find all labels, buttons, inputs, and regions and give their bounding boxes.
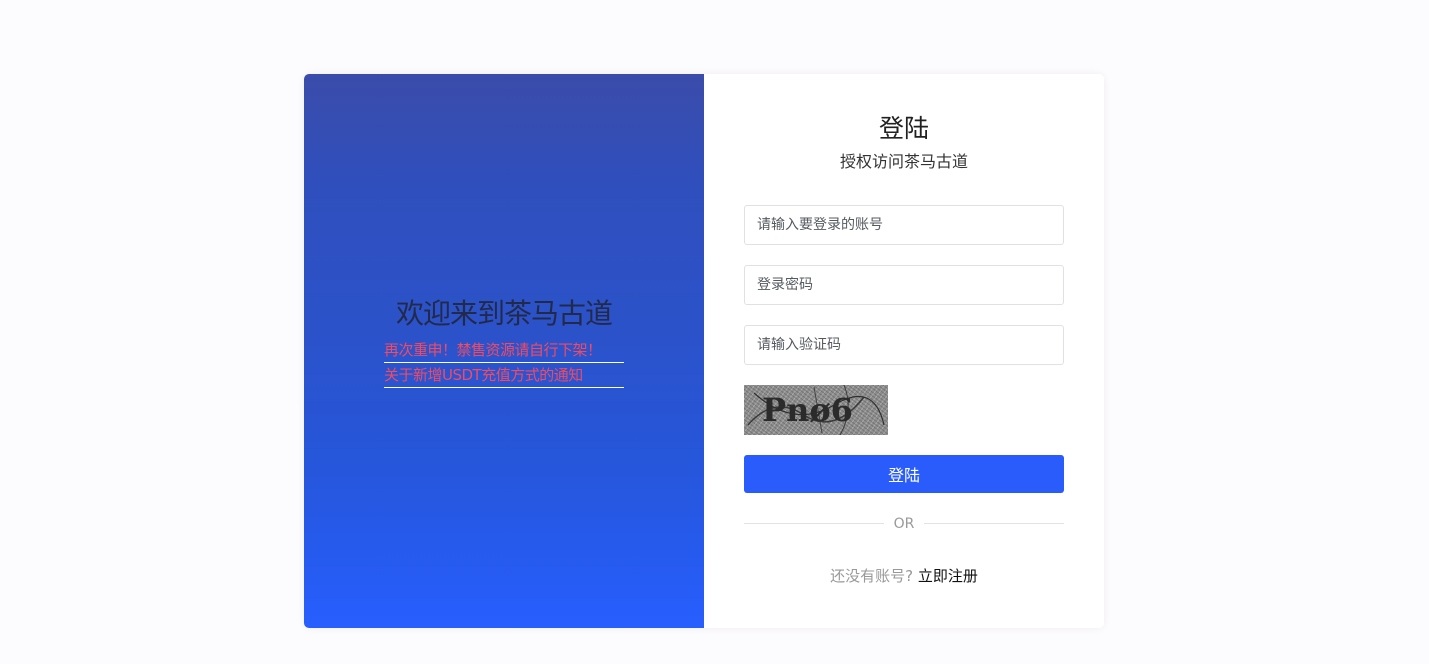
login-title: 登陆 <box>878 114 929 143</box>
welcome-title: 欢迎来到茶马古道 <box>395 297 613 330</box>
captcha-input[interactable] <box>744 325 1064 365</box>
register-link[interactable]: 立即注册 <box>918 567 978 585</box>
divider-or-label: OR <box>893 516 915 532</box>
welcome-panel: 欢迎来到茶马古道 再次重申！禁售资源请自行下架！ 关于新增USDT充值方式的通知 <box>304 74 704 628</box>
notice-link-resale[interactable]: 再次重申！禁售资源请自行下架！ <box>384 338 624 363</box>
login-panel: 登陆 授权访问茶马古道 Pnø6 登陆 OR 还没有账号? 立即注册 <box>704 74 1104 628</box>
welcome-block: 欢迎来到茶马古道 再次重申！禁售资源请自行下架！ 关于新增USDT充值方式的通知 <box>384 296 624 388</box>
captcha-text: Pnø6 <box>762 391 853 429</box>
login-button[interactable]: 登陆 <box>744 455 1064 493</box>
password-input[interactable] <box>744 265 1064 305</box>
account-input[interactable] <box>744 205 1064 245</box>
login-card: 欢迎来到茶马古道 再次重申！禁售资源请自行下架！ 关于新增USDT充值方式的通知… <box>304 74 1104 628</box>
divider-line-right <box>924 523 1064 524</box>
captcha-noise-icon: Pnø6 <box>747 385 885 435</box>
register-row: 还没有账号? 立即注册 <box>704 565 1104 587</box>
captcha-image[interactable]: Pnø6 <box>744 385 888 435</box>
notice-link-usdt[interactable]: 关于新增USDT充值方式的通知 <box>384 363 624 388</box>
or-divider: OR <box>744 514 1064 534</box>
register-hint: 还没有账号? <box>830 567 914 585</box>
login-subtitle: 授权访问茶马古道 <box>839 152 968 171</box>
